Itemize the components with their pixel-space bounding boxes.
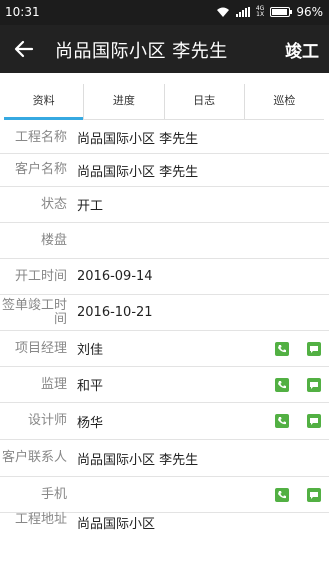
contact-actions [275, 477, 321, 512]
field-row: 签单竣工时间 2016-10-21 [0, 295, 329, 331]
message-icon[interactable] [307, 377, 321, 392]
message-icon[interactable] [307, 487, 321, 502]
field-row: 楼盘 [0, 223, 329, 259]
field-label: 客户联系人 [1, 450, 67, 465]
field-label: 签单竣工时间 [1, 297, 67, 327]
field-value: 尚品国际小区 李先生 [77, 164, 199, 180]
battery-percent: 96% [296, 5, 323, 19]
field-row: 监理 和平 [0, 367, 329, 403]
field-row: 工程名称 尚品国际小区 李先生 [0, 122, 329, 154]
status-bar: 10:31 4G 1X 96% [0, 0, 329, 25]
field-value: 杨华 [77, 415, 104, 431]
tab-inspection[interactable]: 巡检 [245, 84, 324, 119]
field-label: 工程名称 [14, 129, 67, 145]
field-value: 2016-09-14 [77, 269, 153, 284]
field-label: 项目经理 [14, 340, 67, 356]
contact-actions [275, 331, 321, 366]
field-label: 楼盘 [40, 232, 67, 248]
field-row: 项目经理 刘佳 [0, 331, 329, 367]
field-value: 尚品国际小区 李先生 [77, 132, 199, 147]
field-label: 监理 [40, 376, 67, 392]
phone-icon[interactable] [275, 341, 289, 356]
detail-list: 工程名称 尚品国际小区 李先生 客户名称 尚品国际小区 李先生 状态 开工 楼盘… [0, 122, 329, 533]
field-label: 开工时间 [14, 268, 67, 284]
tab-log[interactable]: 日志 [165, 84, 245, 119]
field-value: 刘佳 [77, 343, 104, 358]
field-value: 2016-10-21 [77, 305, 153, 320]
back-arrow-icon[interactable] [12, 37, 36, 61]
field-value: 和平 [77, 379, 104, 394]
phone-icon[interactable] [275, 377, 289, 392]
field-row: 客户名称 尚品国际小区 李先生 [0, 154, 329, 187]
wifi-icon [216, 7, 230, 18]
tab-progress[interactable]: 进度 [84, 84, 165, 119]
phone-icon[interactable] [275, 414, 289, 428]
message-icon[interactable] [307, 414, 321, 428]
contact-actions [275, 403, 321, 439]
field-row: 客户联系人 尚品国际小区 李先生 [0, 440, 329, 477]
battery-icon [270, 7, 293, 17]
field-row: 开工时间 2016-09-14 [0, 259, 329, 295]
status-system-icons: 4G 1X 96% [216, 5, 323, 19]
field-value: 尚品国际小区 李先生 [77, 452, 199, 468]
app-bar: 尚品国际小区 李先生 竣工 [0, 25, 329, 73]
tab-bar: 资料 进度 日志 巡检 [4, 84, 324, 120]
field-label: 手机 [40, 486, 67, 502]
field-row: 状态 开工 [0, 187, 329, 223]
phone-icon[interactable] [275, 487, 289, 502]
field-label: 客户名称 [14, 162, 67, 177]
message-icon[interactable] [307, 341, 321, 356]
page-title: 尚品国际小区 李先生 [55, 41, 228, 62]
field-label: 状态 [40, 196, 67, 212]
field-value: 尚品国际小区 [77, 517, 156, 532]
field-row: 工程地址 尚品国际小区 [0, 512, 329, 533]
status-time: 10:31 [5, 5, 40, 19]
field-row: 设计师 杨华 [0, 403, 329, 440]
signal-icon [235, 7, 250, 17]
complete-button[interactable]: 竣工 [285, 37, 319, 62]
network-type: 4G 1X [255, 5, 265, 18]
field-row: 手机 [0, 477, 329, 513]
contact-actions [275, 367, 321, 402]
field-value: 开工 [77, 199, 104, 214]
tab-info[interactable]: 资料 [4, 84, 85, 120]
field-label: 设计师 [27, 413, 67, 428]
field-label: 工程地址 [14, 512, 67, 527]
